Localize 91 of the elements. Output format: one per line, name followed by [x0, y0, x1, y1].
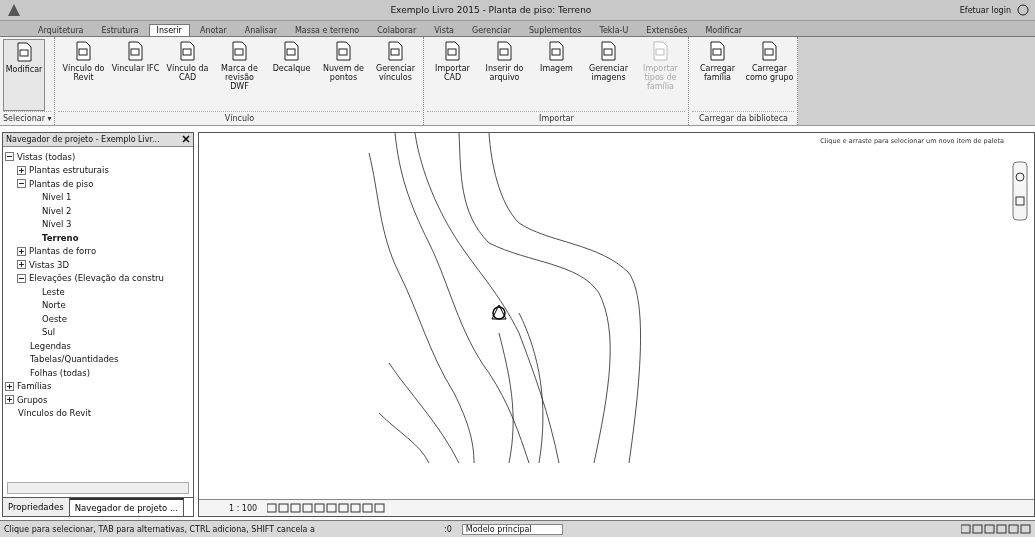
ribbon-tab[interactable]: Suplementos	[521, 24, 590, 36]
ribbon-tab[interactable]: Vista	[426, 24, 462, 36]
selection-filter-icon[interactable]	[961, 524, 1031, 534]
document-icon	[759, 41, 780, 61]
status-message: Clique para selecionar, TAB para alternativas, CTRL adiciona, SHIFT cancela a	[4, 524, 316, 534]
collapse-icon[interactable]	[17, 179, 26, 189]
ribbon-tab[interactable]: Extensões	[638, 24, 696, 36]
ribbon-tab[interactable]: Massa e terreno	[286, 24, 368, 36]
expand-icon[interactable]	[17, 260, 26, 270]
tree-item[interactable]: Tabelas/Quantidades	[30, 354, 119, 365]
login-link[interactable]: Efetuar login	[959, 5, 1011, 15]
ribbon-button[interactable]: Vínculo da CAD	[162, 39, 213, 111]
ribbon-button[interactable]: Marca de revisão DWF	[214, 39, 265, 111]
tree-item[interactable]: Grupos	[17, 394, 48, 405]
ribbon-tab[interactable]: Estrutura	[93, 24, 147, 36]
panel-title: Selecionar ▾	[3, 111, 52, 125]
scroll-bar[interactable]	[7, 482, 189, 494]
tree-item[interactable]: Vistas 3D	[29, 259, 70, 270]
tree-item[interactable]: Terreno	[42, 232, 79, 243]
workset-count: :0	[444, 524, 452, 534]
expand-icon[interactable]	[5, 381, 14, 391]
collapse-icon[interactable]	[5, 152, 14, 162]
ribbon-tab[interactable]: Modificar	[697, 24, 751, 36]
navigation-bar-icon[interactable]	[1012, 161, 1028, 221]
tree-item[interactable]: Plantas de forro	[29, 246, 97, 257]
window-title: Exemplo Livro 2015 - Planta de piso: Terreno	[389, 5, 593, 15]
tree-item[interactable]: Plantas de piso	[29, 178, 94, 189]
collapse-icon[interactable]	[17, 273, 26, 283]
tree-item[interactable]: Vistas (todas)	[17, 151, 76, 162]
ribbon-button[interactable]: Vincular IFC	[110, 39, 161, 111]
document-icon	[333, 41, 354, 61]
tree-item[interactable]: Nível 3	[42, 219, 72, 230]
ribbon-tab[interactable]: Gerenciar	[464, 24, 520, 36]
ribbon-tab[interactable]: Analisar	[236, 24, 285, 36]
document-icon	[281, 41, 302, 61]
document-icon	[707, 41, 728, 61]
panel-tab[interactable]: Propriedades	[3, 498, 70, 516]
view-controls-icon[interactable]	[267, 503, 388, 513]
help-icon[interactable]	[1017, 4, 1029, 16]
scale-label[interactable]: 1 : 100	[229, 503, 258, 513]
ribbon-tab[interactable]: Colaborar	[369, 24, 425, 36]
ribbon-button[interactable]: Carregar como grupo	[744, 39, 795, 111]
panel-title: Vínculo	[58, 111, 421, 125]
ribbon-tab[interactable]: Anotar	[191, 24, 235, 36]
tree-item[interactable]: Norte	[42, 300, 66, 311]
panel-title: Importar	[427, 111, 686, 125]
expand-icon[interactable]	[5, 395, 14, 405]
ribbon-button[interactable]: Nuvem de pontos	[318, 39, 369, 111]
model-dropdown[interactable]: Modelo principal	[461, 523, 563, 535]
close-icon[interactable]	[182, 135, 190, 143]
tree-item[interactable]: Folhas (todas)	[30, 367, 91, 378]
document-icon	[125, 41, 146, 61]
ribbon-tab[interactable]: Tekla-U	[591, 24, 637, 36]
app-logo-icon[interactable]	[6, 2, 22, 18]
tree-item[interactable]: Famílias	[17, 381, 52, 392]
document-icon	[229, 41, 250, 61]
panel-tab[interactable]: Navegador de projeto ...	[69, 498, 184, 516]
tree-item[interactable]: Nível 1	[42, 192, 72, 203]
tree-item[interactable]: Elevações (Elevação da constru	[29, 273, 164, 284]
panel-title: Carregar da biblioteca	[692, 111, 795, 125]
document-icon	[14, 42, 34, 62]
tree-item[interactable]: Plantas estruturais	[29, 165, 109, 176]
document-icon	[385, 41, 406, 61]
ribbon-button[interactable]: Carregar família	[692, 39, 743, 111]
document-icon	[546, 41, 567, 61]
panel-title: Navegador de projeto - Exemplo Livr...	[6, 135, 160, 144]
expand-icon[interactable]	[17, 165, 26, 175]
document-icon	[177, 41, 198, 61]
document-icon	[598, 41, 619, 61]
document-icon	[73, 41, 94, 61]
tree-item[interactable]: Oeste	[42, 313, 67, 324]
tree-item[interactable]: Sul	[42, 327, 56, 338]
ribbon-button[interactable]: Importar CAD	[427, 39, 478, 111]
ribbon-button[interactable]: Gerenciar vínculos	[370, 39, 421, 111]
tree-item[interactable]: Nível 2	[42, 205, 72, 216]
ribbon-button[interactable]: Modificar	[3, 39, 45, 111]
document-icon	[442, 41, 463, 61]
ribbon-button[interactable]: Vínculo do Revit	[58, 39, 109, 111]
tree-item[interactable]: Leste	[42, 286, 65, 297]
expand-icon[interactable]	[17, 246, 26, 256]
survey-point-icon[interactable]	[491, 304, 507, 320]
tree-item[interactable]: Legendas	[30, 340, 71, 351]
ribbon-button[interactable]: Imagem	[531, 39, 582, 111]
ribbon-button[interactable]: Decalque	[266, 39, 317, 111]
ribbon-button[interactable]: Gerenciar imagens	[583, 39, 634, 111]
ribbon-button[interactable]: Inserir do arquivo	[479, 39, 530, 111]
document-icon	[650, 41, 671, 61]
document-icon	[494, 41, 515, 61]
ribbon-tab[interactable]: Arquitetura	[30, 24, 92, 36]
ribbon-tab[interactable]: Inserir	[148, 24, 190, 36]
tree-item[interactable]: Vínculos do Revit	[18, 408, 92, 419]
